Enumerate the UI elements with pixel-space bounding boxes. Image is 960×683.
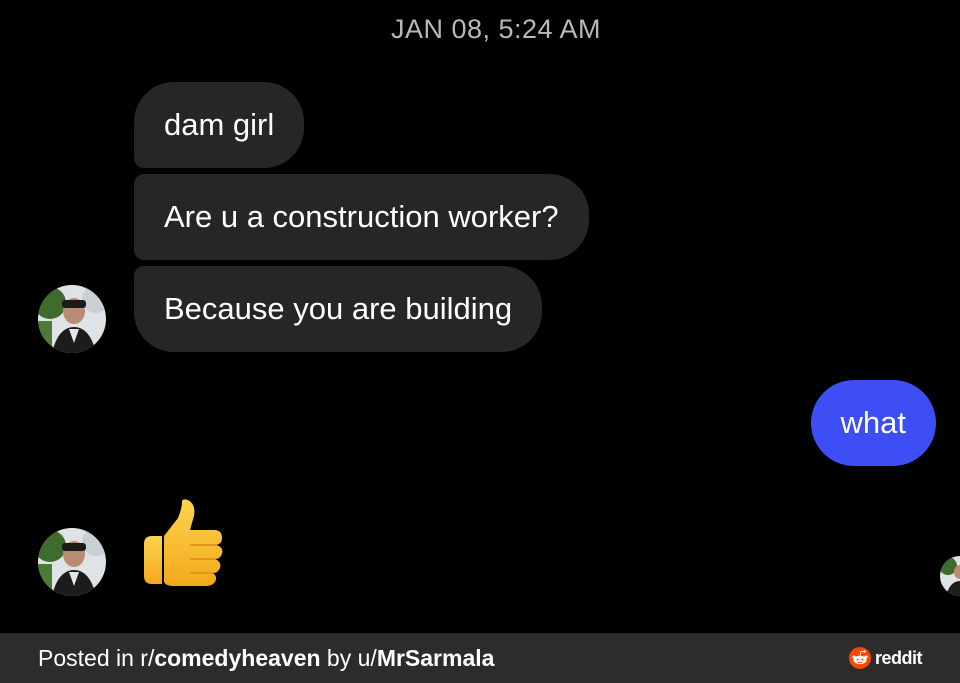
post-attribution: Posted in r/comedyheaven by u/MrSarmala	[38, 633, 494, 683]
outgoing-message[interactable]: what	[810, 380, 936, 466]
post-footer: Posted in r/comedyheaven by u/MrSarmala …	[0, 633, 960, 683]
attribution-prefix: Posted in r/	[38, 645, 155, 671]
avatar-photo	[38, 285, 106, 353]
reddit-wordmark: reddit	[875, 647, 923, 668]
incoming-message[interactable]: Are u a construction worker?	[134, 174, 589, 260]
sender-avatar-peek	[940, 556, 960, 596]
avatar-photo	[38, 528, 106, 596]
attribution-by: by u/	[320, 645, 377, 671]
reddit-logo[interactable]: reddit	[849, 647, 923, 669]
sender-avatar[interactable]	[38, 285, 106, 353]
subreddit-link[interactable]: comedyheaven	[154, 645, 320, 671]
sender-avatar[interactable]	[38, 528, 106, 596]
thumbs-up-icon[interactable]	[138, 498, 228, 590]
reddit-icon	[849, 647, 871, 669]
user-link[interactable]: MrSarmala	[377, 645, 495, 671]
message-timestamp: JAN 08, 5:24 AM	[390, 14, 602, 44]
incoming-message[interactable]: dam girl	[134, 82, 305, 168]
incoming-message[interactable]: Because you are building	[134, 266, 543, 352]
avatar-photo	[940, 556, 960, 596]
